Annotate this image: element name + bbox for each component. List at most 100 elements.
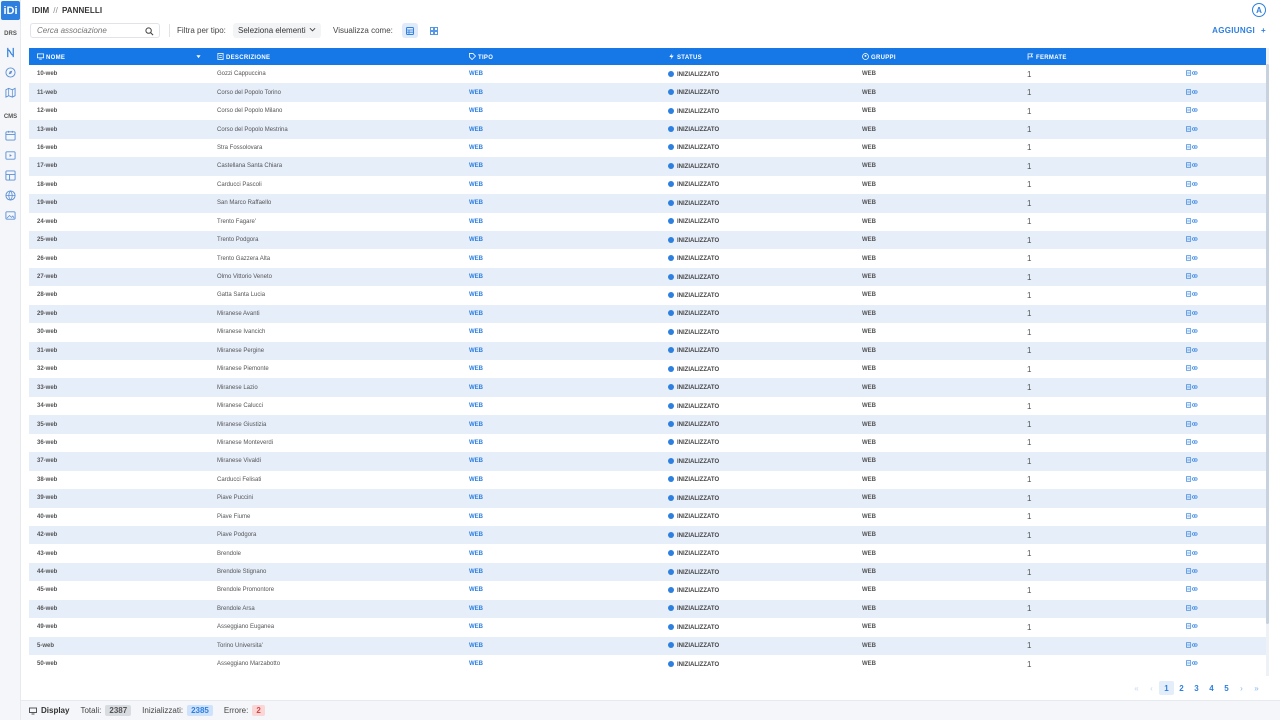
cell-tipo[interactable]: WEB	[461, 508, 660, 526]
edit-link-icon[interactable]	[1186, 217, 1198, 226]
cell-tipo[interactable]: WEB	[461, 471, 660, 489]
table-row[interactable]: 19-web San Marco Raffaello WEB INIZIALIZZAT…	[29, 194, 1266, 213]
edit-link-icon[interactable]	[1186, 273, 1198, 281]
table-row[interactable]: 33-web Miranese Lazio WEB INIZIALIZZATO WEB 1	[29, 378, 1266, 397]
edit-link-icon[interactable]	[1186, 586, 1198, 594]
cell-tipo[interactable]: WEB	[461, 526, 660, 544]
table-row[interactable]: 13-web Corso del Popolo Mestrina WEB INIZIA…	[29, 120, 1266, 139]
edit-link-icon[interactable]	[1186, 512, 1198, 521]
edit-link-icon[interactable]	[1186, 88, 1198, 97]
col-header-nome[interactable]: NOME	[29, 48, 209, 65]
page-button-1[interactable]: 1	[1159, 681, 1174, 695]
table-row[interactable]: 24-web Trento Fagare' WEB INIZIALIZZATO WEB 1	[29, 212, 1266, 231]
edit-link-icon[interactable]	[1186, 254, 1198, 263]
edit-link-icon[interactable]	[1186, 180, 1198, 189]
first-page-button[interactable]: «	[1129, 681, 1144, 695]
page-button-3[interactable]: 3	[1189, 681, 1204, 695]
edit-link-icon[interactable]	[1186, 475, 1198, 484]
cell-tipo[interactable]: WEB	[461, 157, 660, 175]
edit-link-icon[interactable]	[1186, 660, 1198, 668]
edit-link-icon[interactable]	[1186, 199, 1198, 207]
edit-link-icon[interactable]	[1186, 568, 1198, 576]
table-row[interactable]: 5-web Torino Universita' WEB INIZIALIZZATO W…	[29, 636, 1266, 655]
table-row[interactable]: 39-web Piave Puccini WEB INIZIALIZZATO WEB 1	[29, 489, 1266, 508]
edit-link-icon[interactable]	[1186, 604, 1198, 613]
table-row[interactable]: 45-web Brendole Promontore WEB INIZIALIZZAT…	[29, 581, 1266, 600]
view-grid-button[interactable]	[426, 23, 442, 38]
edit-link-icon[interactable]	[1186, 439, 1198, 447]
table-row[interactable]: 11-web Corso del Popolo Torino WEB INIZIALI…	[29, 83, 1266, 102]
table-row[interactable]: 28-web Gatta Santa Lucia WEB INIZIALIZZATO W…	[29, 286, 1266, 305]
table-row[interactable]: 36-web Miranese Monteverdi WEB INIZIALIZZAT…	[29, 433, 1266, 453]
breadcrumb-root[interactable]: IDIM	[32, 6, 49, 15]
cell-tipo[interactable]: WEB	[461, 544, 660, 562]
scrollbar-thumb[interactable]	[1266, 64, 1269, 624]
cell-tipo[interactable]: WEB	[461, 305, 660, 323]
next-page-button[interactable]: ›	[1234, 681, 1249, 695]
routes-icon[interactable]	[5, 47, 16, 58]
user-avatar[interactable]: A	[1252, 3, 1266, 17]
cell-tipo[interactable]: WEB	[461, 176, 660, 194]
page-button-5[interactable]: 5	[1219, 681, 1234, 695]
edit-link-icon[interactable]	[1186, 494, 1198, 502]
type-filter-select[interactable]: Seleziona elementi	[233, 23, 321, 38]
media-icon[interactable]	[5, 150, 16, 161]
edit-link-icon[interactable]	[1186, 457, 1198, 465]
cell-tipo[interactable]: WEB	[461, 378, 660, 396]
edit-link-icon[interactable]	[1186, 291, 1198, 299]
edit-link-icon[interactable]	[1186, 125, 1198, 134]
cell-tipo[interactable]: WEB	[461, 194, 660, 212]
edit-link-icon[interactable]	[1186, 309, 1198, 318]
cell-tipo[interactable]: WEB	[461, 249, 660, 267]
cell-tipo[interactable]: WEB	[461, 581, 660, 599]
edit-link-icon[interactable]	[1186, 531, 1198, 539]
cell-tipo[interactable]: WEB	[461, 618, 660, 636]
cell-tipo[interactable]: WEB	[461, 637, 660, 655]
edit-link-icon[interactable]	[1186, 236, 1198, 244]
table-row[interactable]: 31-web Miranese Pergine WEB INIZIALIZZATO WE…	[29, 341, 1266, 360]
gallery-icon[interactable]	[5, 210, 16, 221]
cell-tipo[interactable]: WEB	[461, 360, 660, 378]
table-row[interactable]: 27-web Olmo Vittorio Veneto WEB INIZIALIZZA…	[29, 267, 1266, 287]
cell-tipo[interactable]: WEB	[461, 600, 660, 618]
edit-link-icon[interactable]	[1186, 383, 1198, 392]
edit-link-icon[interactable]	[1186, 365, 1198, 373]
cell-tipo[interactable]: WEB	[461, 655, 660, 673]
cell-tipo[interactable]: WEB	[461, 489, 660, 507]
edit-link-icon[interactable]	[1186, 70, 1198, 78]
table-row[interactable]: 10-web Gozzi Cappuccina WEB INIZIALIZZATO WE…	[29, 65, 1266, 84]
cell-tipo[interactable]: WEB	[461, 268, 660, 286]
table-row[interactable]: 44-web Brendole Stignano WEB INIZIALIZZATO W…	[29, 562, 1266, 582]
col-header-gruppi[interactable]: GRUPPI	[854, 48, 1019, 65]
edit-link-icon[interactable]	[1186, 328, 1198, 336]
col-header-fermate[interactable]: FERMATE	[1019, 48, 1178, 65]
table-row[interactable]: 40-web Piave Fiume WEB INIZIALIZZATO WEB 1	[29, 507, 1266, 526]
table-row[interactable]: 18-web Carducci Pascoli WEB INIZIALIZZATO WE…	[29, 175, 1266, 195]
col-header-status[interactable]: STATUS	[660, 48, 854, 65]
map-icon[interactable]	[5, 87, 16, 98]
edit-link-icon[interactable]	[1186, 107, 1198, 115]
cell-tipo[interactable]: WEB	[461, 342, 660, 360]
cell-tipo[interactable]: WEB	[461, 323, 660, 341]
table-row[interactable]: 16-web Stra Fossolovara WEB INIZIALIZZATO WE…	[29, 138, 1266, 158]
cell-tipo[interactable]: WEB	[461, 139, 660, 157]
view-table-button[interactable]	[402, 23, 418, 38]
add-button[interactable]: AGGIUNGI +	[1212, 26, 1266, 35]
cell-tipo[interactable]: WEB	[461, 65, 660, 83]
cell-tipo[interactable]: WEB	[461, 213, 660, 231]
layout-icon[interactable]	[5, 170, 16, 181]
table-row[interactable]: 38-web Carducci Felisati WEB INIZIALIZZATO W…	[29, 470, 1266, 490]
page-button-4[interactable]: 4	[1204, 681, 1219, 695]
calendar-icon[interactable]	[5, 130, 16, 141]
table-row[interactable]: 32-web Miranese Piemonte WEB INIZIALIZZATO W…	[29, 360, 1266, 379]
display-toggle[interactable]: Display	[29, 706, 69, 715]
globe-icon[interactable]	[5, 190, 16, 201]
col-header-tipo[interactable]: TIPO	[461, 48, 660, 65]
cell-tipo[interactable]: WEB	[461, 231, 660, 249]
cell-tipo[interactable]: WEB	[461, 120, 660, 138]
table-row[interactable]: 25-web Trento Podgora WEB INIZIALIZZATO WEB 1	[29, 230, 1266, 250]
cell-tipo[interactable]: WEB	[461, 434, 660, 452]
table-row[interactable]: 35-web Miranese Giustizia WEB INIZIALIZZATO…	[29, 415, 1266, 434]
table-row[interactable]: 34-web Miranese Calucci WEB INIZIALIZZATO WE…	[29, 396, 1266, 416]
edit-link-icon[interactable]	[1186, 549, 1198, 558]
